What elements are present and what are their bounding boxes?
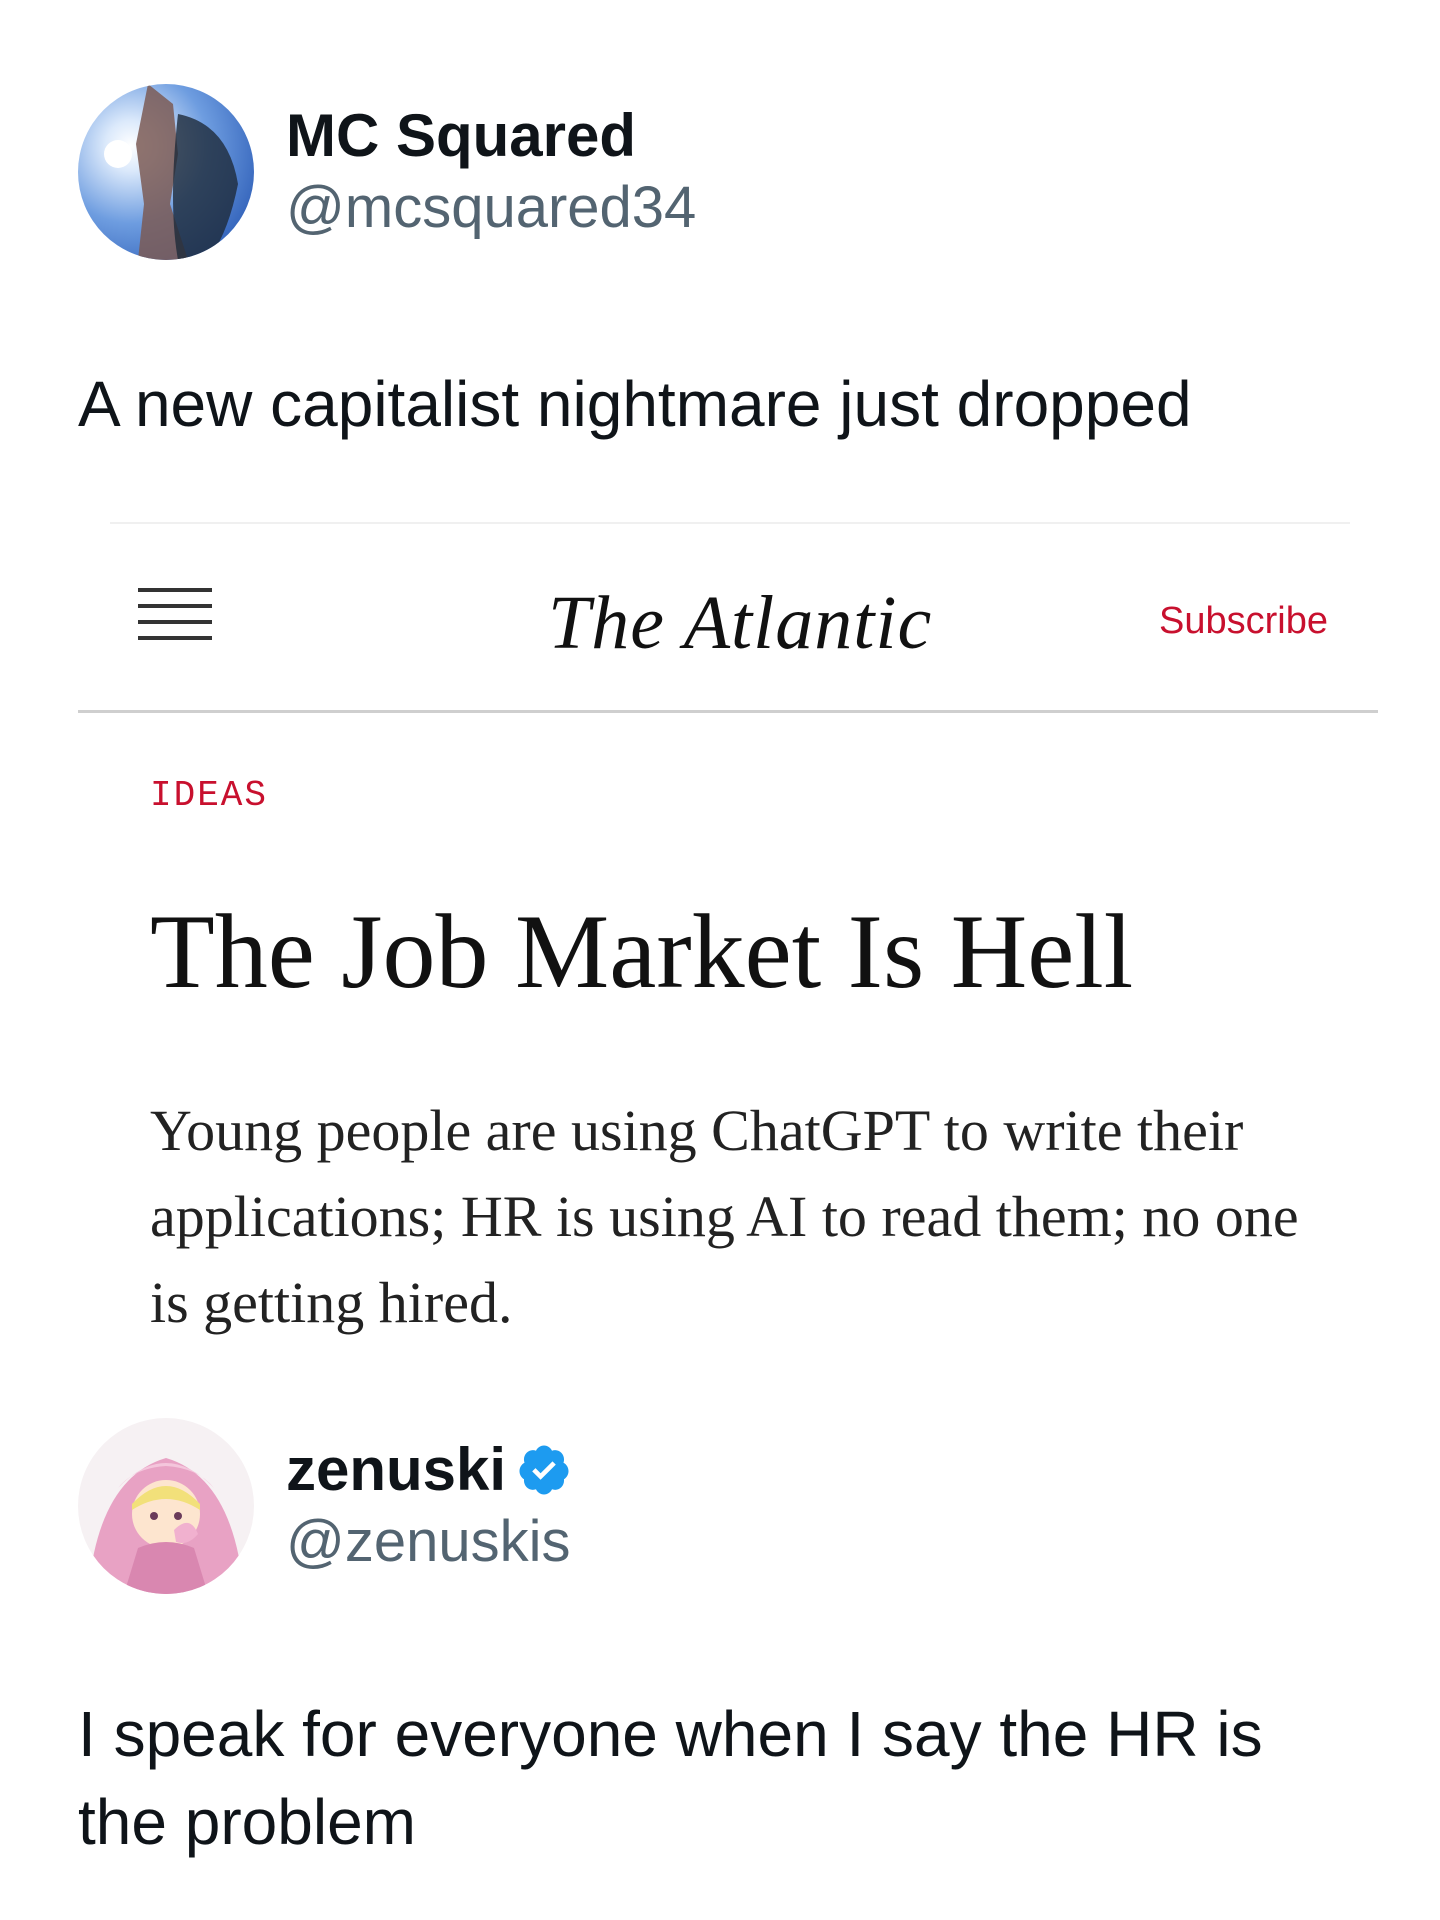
display-name-row: zenuski (286, 1434, 572, 1506)
atlantic-navbar: The Atlantic Subscribe (78, 560, 1378, 670)
avatar-image (78, 84, 254, 260)
mcsquared-avatar[interactable] (78, 84, 254, 260)
verified-badge-icon[interactable] (516, 1442, 572, 1498)
tweet-text: A new capitalist nightmare just dropped (78, 368, 1192, 440)
zenuski-avatar[interactable] (78, 1418, 254, 1594)
article-title: The Job Market Is Hell (150, 893, 1134, 1010)
user-handle[interactable]: @mcsquared34 (286, 172, 696, 244)
divider (110, 522, 1350, 524)
user-handle[interactable]: @zenuskis (286, 1506, 572, 1578)
section-label[interactable]: IDEAS (150, 774, 268, 818)
subscribe-link[interactable]: Subscribe (1159, 596, 1328, 646)
display-name[interactable]: zenuski (286, 1434, 506, 1506)
article-dek: Young people are using ChatGPT to write … (150, 1098, 1299, 1335)
avatar-image (78, 1418, 254, 1594)
hamburger-menu-icon[interactable] (138, 588, 212, 640)
user-block: zenuski @zenuskis (286, 1434, 572, 1578)
display-name[interactable]: MC Squared (286, 100, 696, 172)
reply-text: I speak for everyone when I say the HR i… (78, 1698, 1263, 1858)
reply-author-header: zenuski @zenuskis (78, 1418, 572, 1594)
publication-logo[interactable]: The Atlantic (548, 578, 932, 668)
tweet-author-header: MC Squared @mcsquared34 (78, 84, 696, 260)
user-block: MC Squared @mcsquared34 (286, 100, 696, 244)
navbar-divider (78, 710, 1378, 713)
